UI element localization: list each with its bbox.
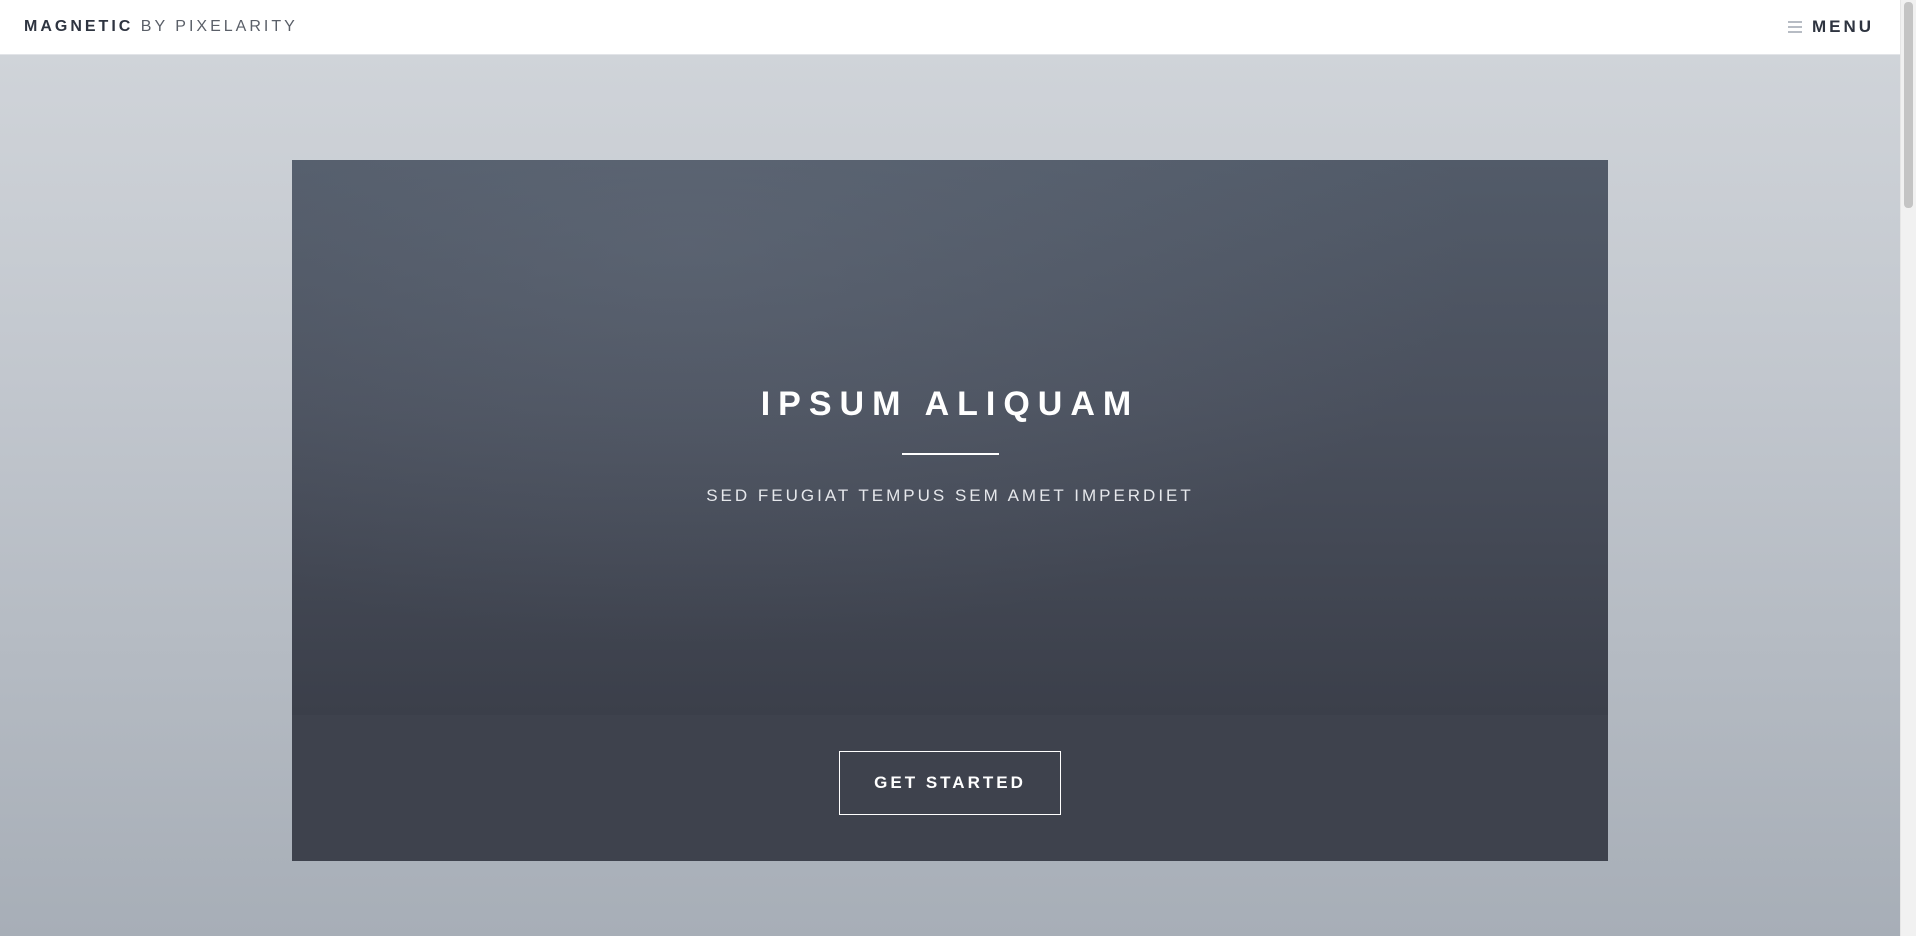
site-logo[interactable]: MAGNETIC BY PIXELARITY — [24, 18, 298, 36]
menu-label: MENU — [1811, 17, 1874, 36]
title-divider — [902, 453, 999, 455]
site-header: MAGNETIC BY PIXELARITY MENU — [0, 0, 1900, 55]
menu-button[interactable]: MENU — [1787, 17, 1874, 37]
logo-byline: BY PIXELARITY — [140, 18, 298, 35]
banner-main-panel: IPSUM ALIQUAM SED FEUGIAT TEMPUS SEM AME… — [292, 160, 1608, 715]
banner-title: IPSUM ALIQUAM — [760, 385, 1140, 423]
banner-subtitle: SED FEUGIAT TEMPUS SEM AMET IMPERDIET — [706, 486, 1194, 505]
vertical-scrollbar[interactable] — [1900, 0, 1916, 936]
scrollbar-thumb[interactable] — [1904, 2, 1913, 208]
get-started-button[interactable]: GET STARTED — [839, 751, 1061, 815]
banner-footer-panel: GET STARTED — [292, 715, 1608, 861]
hamburger-icon — [1787, 21, 1802, 33]
hero-banner: IPSUM ALIQUAM SED FEUGIAT TEMPUS SEM AME… — [292, 160, 1608, 861]
logo-brand: MAGNETIC — [24, 18, 134, 35]
